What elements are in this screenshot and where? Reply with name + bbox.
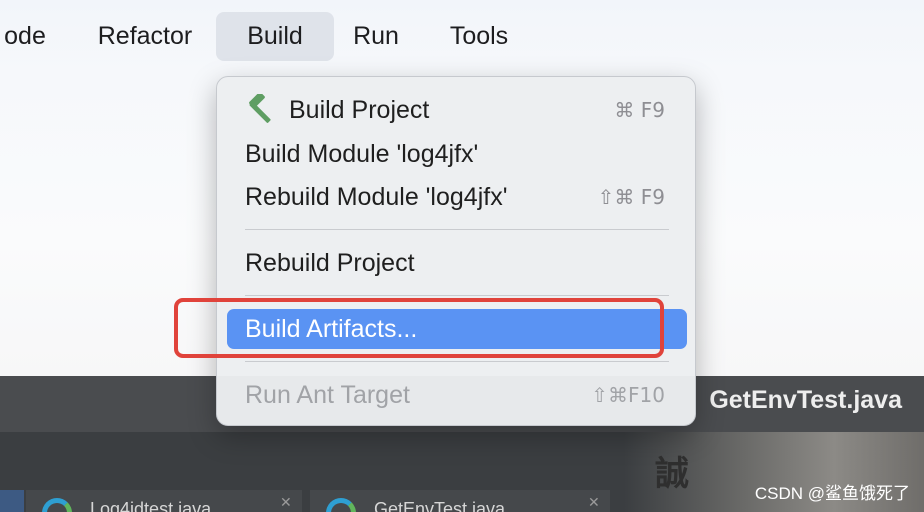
menu-item-rebuild-module[interactable]: Rebuild Module 'log4jfx' ⇧⌘ F9 <box>227 177 687 217</box>
menu-separator <box>245 229 669 230</box>
menu-separator <box>245 361 669 362</box>
editor-tab[interactable]: GetEnvTest.java ✕ <box>310 490 610 512</box>
menu-item-label: Run Ant Target <box>245 380 410 409</box>
editor-tab-label: GetEnvTest.java <box>374 499 506 512</box>
background-glyph: 誠 <box>655 455 689 493</box>
editor-tab-label: Log4jdtest.java <box>90 499 212 512</box>
menu-item-rebuild-project[interactable]: Rebuild Project <box>227 243 687 283</box>
editor-tabs: Log4jdtest.java ✕ GetEnvTest.java ✕ <box>0 490 924 512</box>
menu-item-run-ant-target: Run Ant Target ⇧⌘F10 <box>227 375 687 415</box>
menu-item-label: Rebuild Project <box>245 248 415 277</box>
java-class-icon <box>326 498 356 512</box>
menu-refactor[interactable]: Refactor <box>82 12 208 61</box>
menu-item-build-project[interactable]: Build Project ⌘ F9 <box>227 90 687 130</box>
build-menu-dropdown: Build Project ⌘ F9 Build Module 'log4jfx… <box>216 76 696 426</box>
shortcut-label: ⇧⌘ F9 <box>597 185 665 209</box>
menu-item-build-module[interactable]: Build Module 'log4jfx' <box>227 134 687 174</box>
java-class-icon <box>42 498 72 512</box>
menu-item-label: Rebuild Module 'log4jfx' <box>245 182 508 211</box>
shortcut-label: ⇧⌘F10 <box>591 383 665 407</box>
menu-item-label: Build Project <box>289 95 430 124</box>
menu-separator <box>245 295 669 296</box>
project-panel-edge <box>0 490 24 512</box>
editor-tab[interactable]: Log4jdtest.java ✕ <box>26 490 302 512</box>
menu-bar: ode Refactor Build Run Tools <box>0 0 924 76</box>
annotation-highlight-box <box>174 298 664 358</box>
hammer-icon <box>249 94 271 123</box>
editor-file-title: GetEnvTest.java <box>709 386 902 414</box>
shortcut-label: ⌘ F9 <box>614 98 665 122</box>
menu-run[interactable]: Run <box>340 12 412 61</box>
menu-build[interactable]: Build <box>216 12 334 61</box>
close-icon[interactable]: ✕ <box>280 494 292 511</box>
menu-tools[interactable]: Tools <box>432 12 526 61</box>
menu-item-label: Build Module 'log4jfx' <box>245 139 479 168</box>
menu-code[interactable]: ode <box>0 12 60 61</box>
close-icon[interactable]: ✕ <box>588 494 600 511</box>
